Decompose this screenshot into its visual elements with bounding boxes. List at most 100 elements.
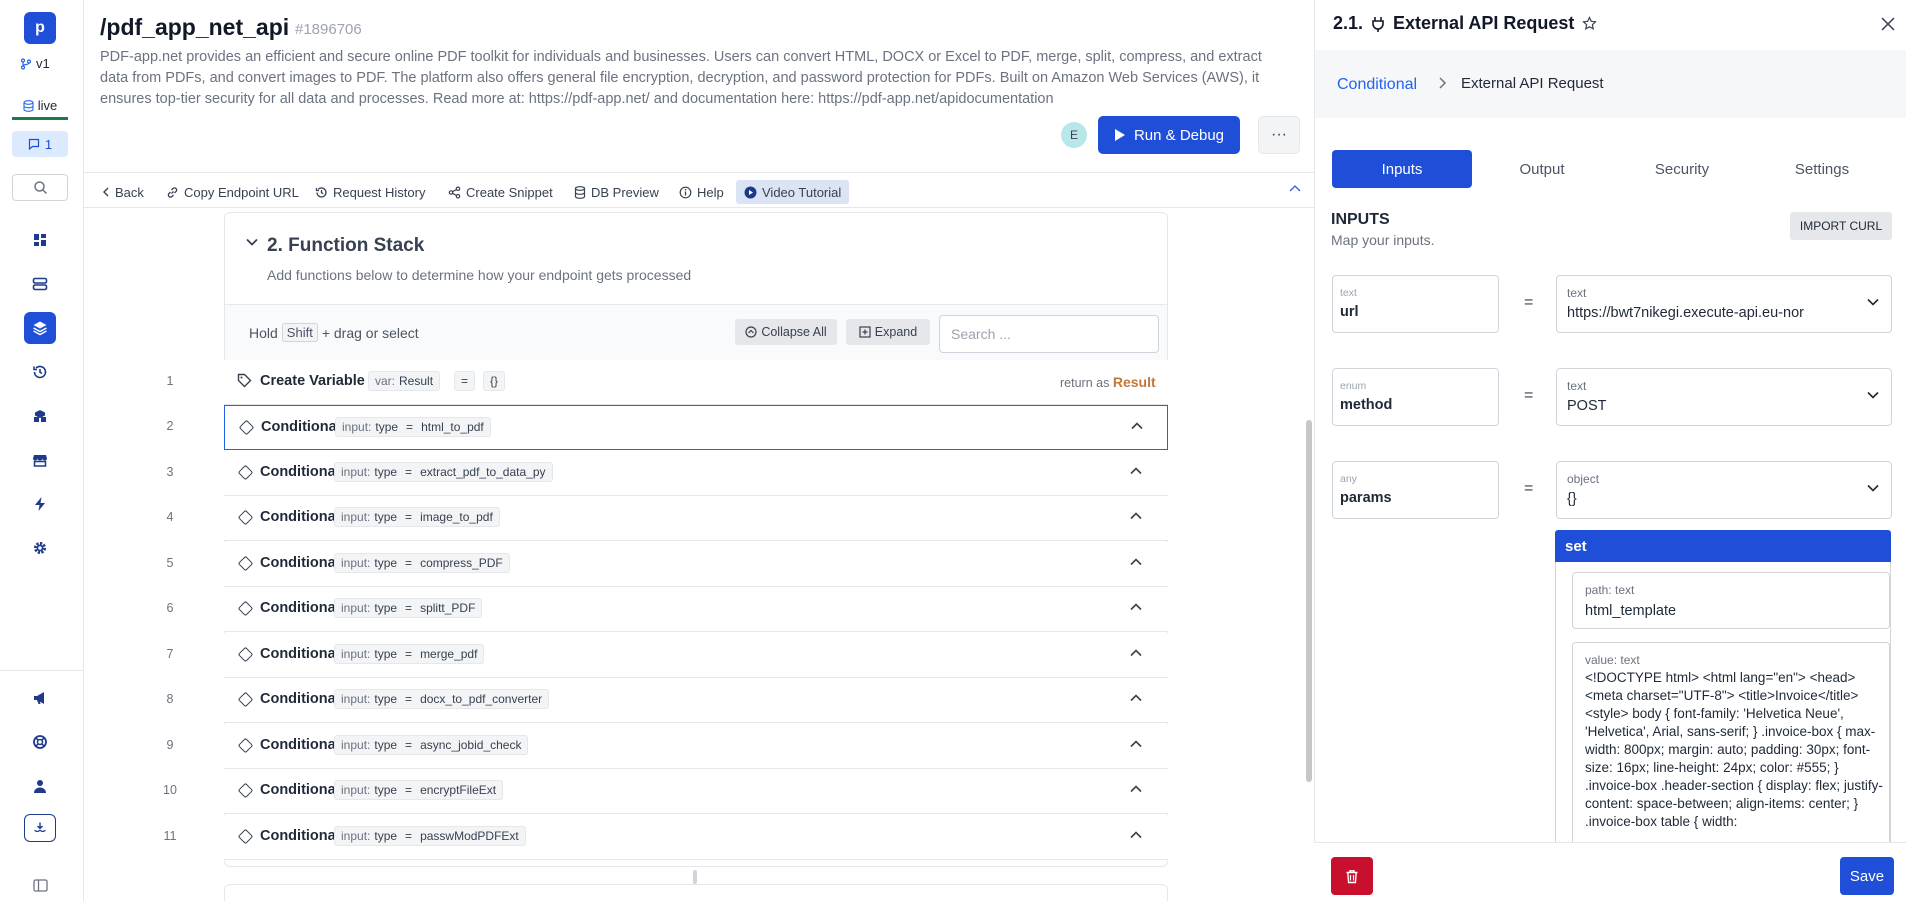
- rail-support[interactable]: [24, 726, 56, 758]
- avatar[interactable]: E: [1061, 122, 1087, 148]
- chevron-up-icon[interactable]: [1130, 648, 1142, 657]
- function-row-conditional[interactable]: Conditional: If input: type = splitt_PDF: [224, 587, 1168, 632]
- condition-operator: =: [405, 692, 413, 706]
- function-stack-subtitle: Add functions below to determine how you…: [267, 267, 692, 283]
- input-name: url: [1340, 304, 1359, 320]
- rail-account[interactable]: [24, 770, 56, 802]
- tab-output[interactable]: Output: [1472, 150, 1612, 188]
- delete-button[interactable]: [1331, 857, 1373, 895]
- chevron-up-icon[interactable]: [1131, 422, 1143, 430]
- comments-button[interactable]: 1: [12, 131, 68, 157]
- rail-search-button[interactable]: [12, 174, 68, 201]
- function-row-conditional[interactable]: Conditional: If input: type = merge_pdf: [224, 632, 1168, 678]
- expand-button[interactable]: Expand: [846, 319, 930, 345]
- function-row-conditional[interactable]: Conditional: If input: type = extract_pdf_to…: [224, 450, 1168, 496]
- panel-step: 2.1.: [1333, 13, 1364, 33]
- chevron-up-icon[interactable]: [1130, 466, 1142, 475]
- collapse-header-toggle[interactable]: [1289, 181, 1301, 195]
- chevron-up-icon[interactable]: [1130, 603, 1142, 611]
- request-history-button[interactable]: Request History: [311, 180, 429, 204]
- chevron-up-icon[interactable]: [1130, 830, 1142, 839]
- condition-source: input:: [341, 555, 371, 570]
- conditional-icon: [238, 419, 255, 436]
- chevron-up-icon[interactable]: [1130, 557, 1142, 566]
- set-value-field[interactable]: value: text <!DOCTYPE html> <html lang="…: [1572, 642, 1890, 842]
- more-options-button[interactable]: ···: [1258, 116, 1300, 154]
- rail-dashboard[interactable]: [24, 224, 56, 256]
- rail-marketplace[interactable]: [24, 444, 56, 476]
- chevron-up-icon[interactable]: [1130, 739, 1142, 748]
- input-name-field[interactable]: enum method: [1332, 368, 1499, 426]
- function-row-conditional[interactable]: Conditional: If input: type = compress_PDF: [224, 541, 1168, 587]
- workspace-logo[interactable]: p: [24, 12, 56, 44]
- chevron-down-icon[interactable]: [245, 237, 259, 247]
- chevron-down-icon[interactable]: [1867, 391, 1879, 399]
- input-value-field[interactable]: text POST: [1556, 368, 1892, 426]
- import-curl-button[interactable]: IMPORT CURL: [1790, 212, 1892, 240]
- condition-source: input:: [341, 601, 371, 615]
- condition-chip: input: type = html_to_pdf: [335, 417, 491, 437]
- set-path-field[interactable]: path: text html_template: [1572, 572, 1890, 629]
- tab-security[interactable]: Security: [1612, 150, 1752, 188]
- variable-chip-key: var:: [375, 374, 396, 388]
- tab-inputs[interactable]: Inputs: [1332, 150, 1472, 188]
- help-button[interactable]: Help: [675, 180, 728, 204]
- create-snippet-button[interactable]: Create Snippet: [444, 180, 557, 204]
- input-value-field[interactable]: text https://bwt7nikegi.execute-api.eu-n…: [1556, 275, 1892, 333]
- rail-triggers[interactable]: [24, 488, 56, 520]
- condition-operator: =: [405, 646, 413, 661]
- chevron-up-icon[interactable]: [1130, 785, 1142, 793]
- rail-addons[interactable]: [24, 400, 56, 432]
- collapse-icon: [745, 326, 757, 338]
- expand-icon: [859, 326, 871, 338]
- drag-hint: Hold Shift + drag or select: [249, 323, 419, 342]
- back-button[interactable]: Back: [98, 180, 148, 204]
- star-icon[interactable]: [1582, 16, 1598, 31]
- copy-endpoint-url-button[interactable]: Copy Endpoint URL: [162, 180, 303, 204]
- function-row-conditional[interactable]: Conditional: If input: type = encryptFileExt: [224, 769, 1168, 814]
- video-tutorial-button[interactable]: Video Tutorial: [736, 180, 850, 204]
- db-preview-button[interactable]: DB Preview: [570, 180, 663, 204]
- chevron-up-icon[interactable]: [1130, 512, 1142, 520]
- collapse-all-button[interactable]: Collapse All: [735, 319, 837, 345]
- comment-icon: [28, 138, 39, 150]
- environment-selector[interactable]: live: [12, 94, 68, 120]
- function-row-conditional[interactable]: Conditional: If input: type = async_jobid_ch…: [224, 723, 1168, 769]
- input-name-field[interactable]: text url: [1332, 275, 1499, 333]
- branch-selector[interactable]: v1: [20, 56, 50, 71]
- condition-value: encryptFileExt: [420, 783, 497, 797]
- resize-handle[interactable]: [693, 870, 697, 884]
- function-row-conditional[interactable]: Conditional: If input: type = html_to_pdf: [224, 405, 1168, 450]
- rail-database[interactable]: [24, 268, 56, 300]
- breadcrumb-parent[interactable]: Conditional: [1337, 76, 1417, 94]
- database-icon: [23, 99, 34, 112]
- save-button[interactable]: Save: [1840, 857, 1894, 895]
- function-number: 5: [166, 555, 174, 570]
- condition-value: extract_pdf_to_data_py: [420, 464, 546, 479]
- chevron-down-icon[interactable]: [1867, 298, 1879, 306]
- function-stack-header[interactable]: 2. Function Stack Add functions below to…: [225, 213, 1167, 305]
- function-search-input[interactable]: Search ...: [939, 315, 1159, 353]
- set-filter-header[interactable]: set: [1555, 530, 1891, 562]
- tab-settings[interactable]: Settings: [1752, 150, 1892, 188]
- chevron-down-icon[interactable]: [1867, 484, 1879, 492]
- input-value-field[interactable]: object {}: [1556, 461, 1892, 519]
- function-row-conditional[interactable]: Conditional: If input: type = passwModPDFExt: [224, 814, 1168, 860]
- rail-history[interactable]: [24, 356, 56, 388]
- rail-announcements[interactable]: [24, 682, 56, 714]
- input-name-field[interactable]: any params: [1332, 461, 1499, 519]
- run-debug-button[interactable]: Run & Debug: [1098, 116, 1240, 154]
- function-row-conditional[interactable]: Conditional: If input: type = docx_to_pdf_co…: [224, 678, 1168, 723]
- chevron-up-icon[interactable]: [1130, 694, 1142, 702]
- vertical-scrollbar[interactable]: [1306, 420, 1312, 782]
- condition-chip: input: type = merge_pdf: [334, 643, 485, 664]
- rail-api[interactable]: [24, 312, 56, 344]
- rail-deploy[interactable]: [24, 814, 56, 842]
- condition-chip: input: type = image_to_pdf: [334, 507, 500, 527]
- function-row-create-variable[interactable]: Create Variable var: Result = {} return …: [224, 360, 1168, 405]
- rail-sidebar-toggle[interactable]: [24, 874, 56, 896]
- return-as-label: return as: [1060, 376, 1110, 390]
- rail-settings[interactable]: [24, 532, 56, 564]
- close-panel-button[interactable]: [1881, 14, 1895, 37]
- function-row-conditional[interactable]: Conditional: If input: type = image_to_pdf: [224, 496, 1168, 541]
